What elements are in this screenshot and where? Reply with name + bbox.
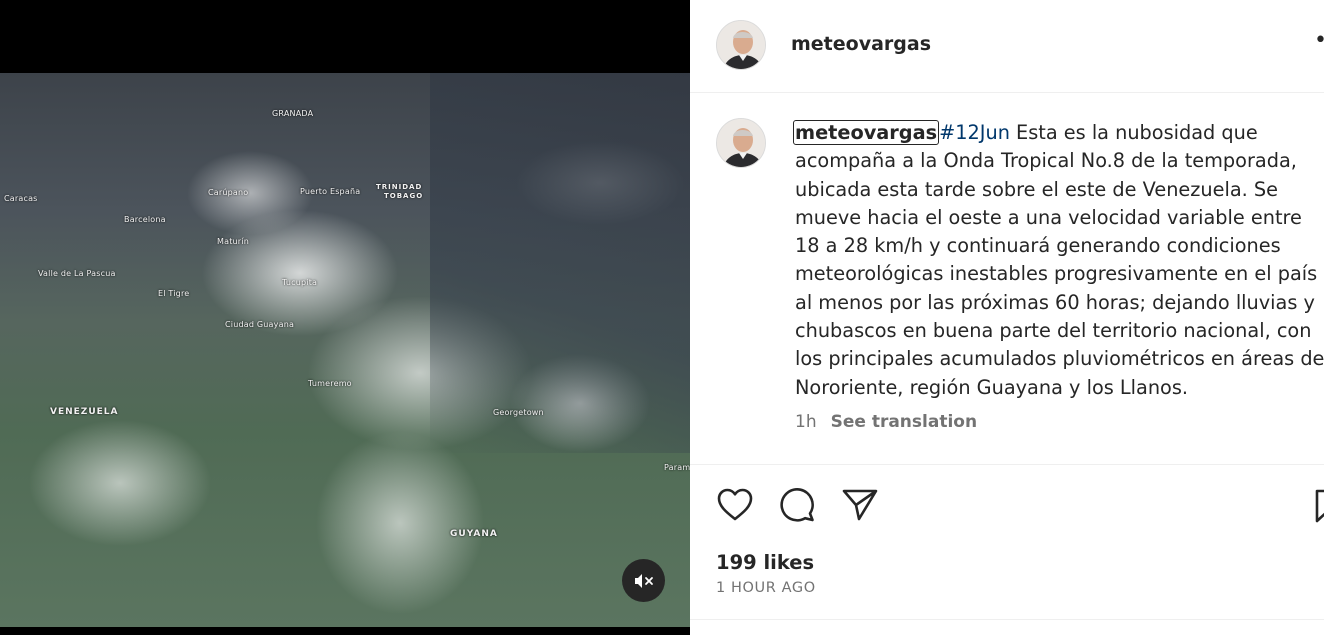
map-label-puerto-espana: Puerto España	[300, 187, 361, 196]
save-button[interactable]	[1314, 488, 1324, 524]
divider	[690, 619, 1324, 620]
likes-count[interactable]: 199 likes	[716, 551, 814, 574]
map-label-granada: GRANADA	[272, 109, 314, 118]
speaker-muted-icon	[634, 573, 653, 588]
profile-photo-icon	[717, 21, 765, 69]
bookmark-icon	[1315, 489, 1324, 523]
post-timestamp[interactable]: 1 HOUR AGO	[716, 580, 816, 596]
map-label-valle-de-la-pascua: Valle de La Pascua	[38, 269, 116, 278]
map-label-guyana: GUYANA	[450, 529, 498, 539]
caption-section: meteovargas #12Jun Esta es la nubosidad q…	[690, 94, 1324, 464]
share-button[interactable]	[841, 487, 879, 525]
comment-button[interactable]	[778, 487, 816, 525]
map-label-venezuela: VENEZUELA	[50, 407, 119, 417]
caption-username[interactable]: meteovargas	[793, 120, 940, 145]
map-label-tucupita: Tucupita	[282, 278, 318, 287]
heart-icon	[717, 488, 753, 521]
map-label-el-tigre: El Tigre	[158, 289, 190, 298]
caption-body: Esta es la nubosidad que acompaña a la O…	[795, 121, 1324, 399]
map-label-ciudad-guayana: Ciudad Guayana	[225, 320, 295, 329]
share-icon	[842, 489, 878, 521]
caption-meta: 1h See translation	[795, 412, 977, 432]
see-translation-button[interactable]: See translation	[831, 412, 977, 432]
divider	[690, 464, 1324, 465]
map-label-barcelona: Barcelona	[124, 215, 166, 224]
map-label-trinidad: TRINIDAD	[376, 183, 423, 191]
more-options-icon[interactable]: •	[1314, 30, 1324, 52]
satellite-video[interactable]: GRANADA Caracas Barcelona Carúpano Puert…	[0, 73, 690, 627]
map-label-tobago: TOBAGO	[384, 192, 424, 200]
header-username[interactable]: meteovargas	[791, 33, 931, 55]
map-label-paramaribo: Param	[664, 463, 690, 472]
map-label-tumeremo: Tumeremo	[308, 379, 352, 388]
media-panel: GRANADA Caracas Barcelona Carúpano Puert…	[0, 0, 690, 635]
map-label-carupano: Carúpano	[208, 188, 249, 197]
mute-button[interactable]	[622, 559, 665, 602]
like-button[interactable]	[716, 487, 754, 525]
post-header: meteovargas •	[690, 0, 1324, 93]
post-age[interactable]: 1h	[795, 412, 817, 432]
post-side-panel: meteovargas • meteovargas#12Jun Esta es …	[690, 0, 1324, 635]
avatar[interactable]	[716, 20, 766, 70]
hashtag-link[interactable]: #12Jun	[939, 121, 1010, 144]
instagram-post-view: GRANADA Caracas Barcelona Carúpano Puert…	[0, 0, 1324, 635]
map-label-maturin: Maturín	[217, 237, 249, 246]
caption-avatar[interactable]	[716, 118, 766, 168]
map-label-caracas: Caracas	[4, 194, 38, 203]
profile-photo-icon	[717, 119, 765, 167]
caption-text: meteovargas #12Jun Esta es la nubosidad q…	[793, 119, 1324, 402]
map-label-georgetown: Georgetown	[493, 408, 544, 417]
comment-icon	[780, 488, 814, 522]
ocean-area	[430, 73, 690, 453]
